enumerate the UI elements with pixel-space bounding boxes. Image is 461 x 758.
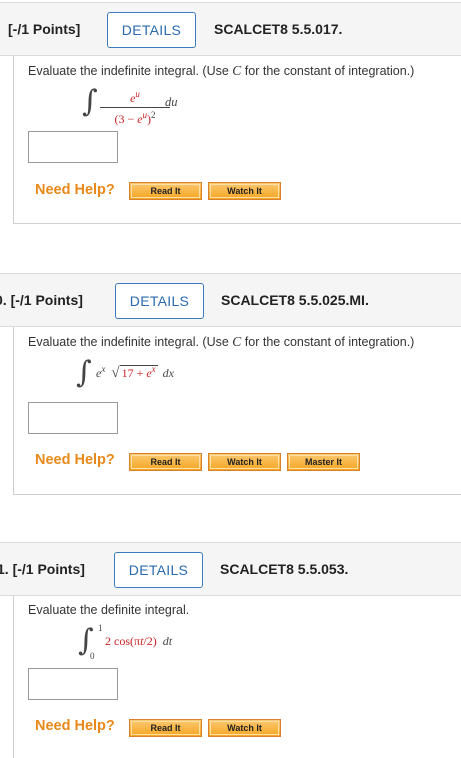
problem-prompt: Evaluate the indefinite integral. (Use C…	[28, 63, 414, 79]
prompt-text-end: for the constant of integration.)	[241, 64, 415, 78]
watch-it-button[interactable]: Watch It	[208, 453, 281, 471]
problem-code: SCALCET8 5.5.017.	[214, 21, 343, 37]
differential: dt	[162, 634, 173, 648]
upper-limit: 1	[98, 623, 103, 633]
integral-sign: ∫	[76, 355, 92, 390]
integral-sign: ∫	[82, 84, 98, 119]
radicand: 17 + ex	[119, 364, 158, 380]
prompt-text: Evaluate the indefinite integral. (Use	[28, 64, 233, 78]
answer-input[interactable]	[28, 402, 118, 434]
problem-code: SCALCET8 5.5.025.MI.	[221, 292, 369, 308]
points-label: 1. [-/1 Points]	[0, 561, 85, 577]
read-it-button[interactable]: Read It	[129, 182, 202, 200]
problem-code: SCALCET8 5.5.053.	[220, 561, 349, 577]
fraction-numerator: eu	[100, 87, 170, 105]
integrand-exponent: x	[101, 364, 106, 374]
integrand: ex √ 17 + ex dx	[96, 364, 174, 382]
read-it-button[interactable]: Read It	[129, 719, 202, 737]
denominator-left: (3 −	[114, 112, 138, 126]
answer-input[interactable]	[28, 668, 118, 700]
radicand-constant: 17 +	[121, 366, 147, 380]
details-button[interactable]: DETAILS	[114, 552, 203, 588]
read-it-button[interactable]: Read It	[129, 453, 202, 471]
lower-limit: 0	[90, 651, 95, 661]
problem-prompt: Evaluate the indefinite integral. (Use C…	[28, 334, 414, 350]
radicand-exponent: x	[151, 364, 156, 374]
details-button[interactable]: DETAILS	[107, 12, 196, 48]
denominator-power: 2	[151, 110, 156, 120]
problem-3-header: 1. [-/1 Points] DETAILS SCALCET8 5.5.053…	[0, 542, 461, 596]
differential: dx	[162, 366, 174, 380]
integrand: 2 cos(πt/2) dt	[105, 634, 172, 649]
need-help-label: Need Help?	[35, 718, 115, 734]
differential: du	[165, 95, 178, 109]
points-label: 0. [-/1 Points]	[0, 292, 83, 308]
need-help-label: Need Help?	[35, 452, 115, 468]
answer-input[interactable]	[28, 131, 118, 163]
problem-2-body: Evaluate the indefinite integral. (Use C…	[13, 327, 461, 495]
problem-2-header: 0. [-/1 Points] DETAILS SCALCET8 5.5.025…	[0, 273, 461, 327]
master-it-button[interactable]: Master It	[287, 453, 360, 471]
problem-3-body: Evaluate the definite integral. ∫ 1 0 2 …	[13, 596, 461, 758]
prompt-text: Evaluate the indefinite integral. (Use	[28, 335, 233, 349]
radical-sign: √	[111, 365, 120, 381]
watch-it-button[interactable]: Watch It	[208, 182, 281, 200]
problem-prompt: Evaluate the definite integral.	[28, 603, 190, 617]
watch-it-button[interactable]: Watch It	[208, 719, 281, 737]
integrand-fraction: eu (3 − eu)2	[100, 87, 170, 127]
prompt-text-end: for the constant of integration.)	[241, 335, 415, 349]
constant-variable: C	[232, 334, 242, 349]
constant-variable: C	[232, 63, 242, 78]
numerator-exponent: u	[135, 89, 140, 99]
fraction-denominator: (3 − eu)2	[100, 108, 170, 127]
details-button[interactable]: DETAILS	[115, 283, 204, 319]
problem-1-header: [-/1 Points] DETAILS SCALCET8 5.5.017.	[0, 2, 461, 56]
integrand-coefficient: 2 cos(	[105, 634, 134, 648]
points-label: [-/1 Points]	[8, 21, 81, 37]
problem-1-body: Evaluate the indefinite integral. (Use C…	[13, 56, 461, 224]
integrand-rest: /2)	[143, 634, 157, 648]
need-help-label: Need Help?	[35, 182, 115, 198]
